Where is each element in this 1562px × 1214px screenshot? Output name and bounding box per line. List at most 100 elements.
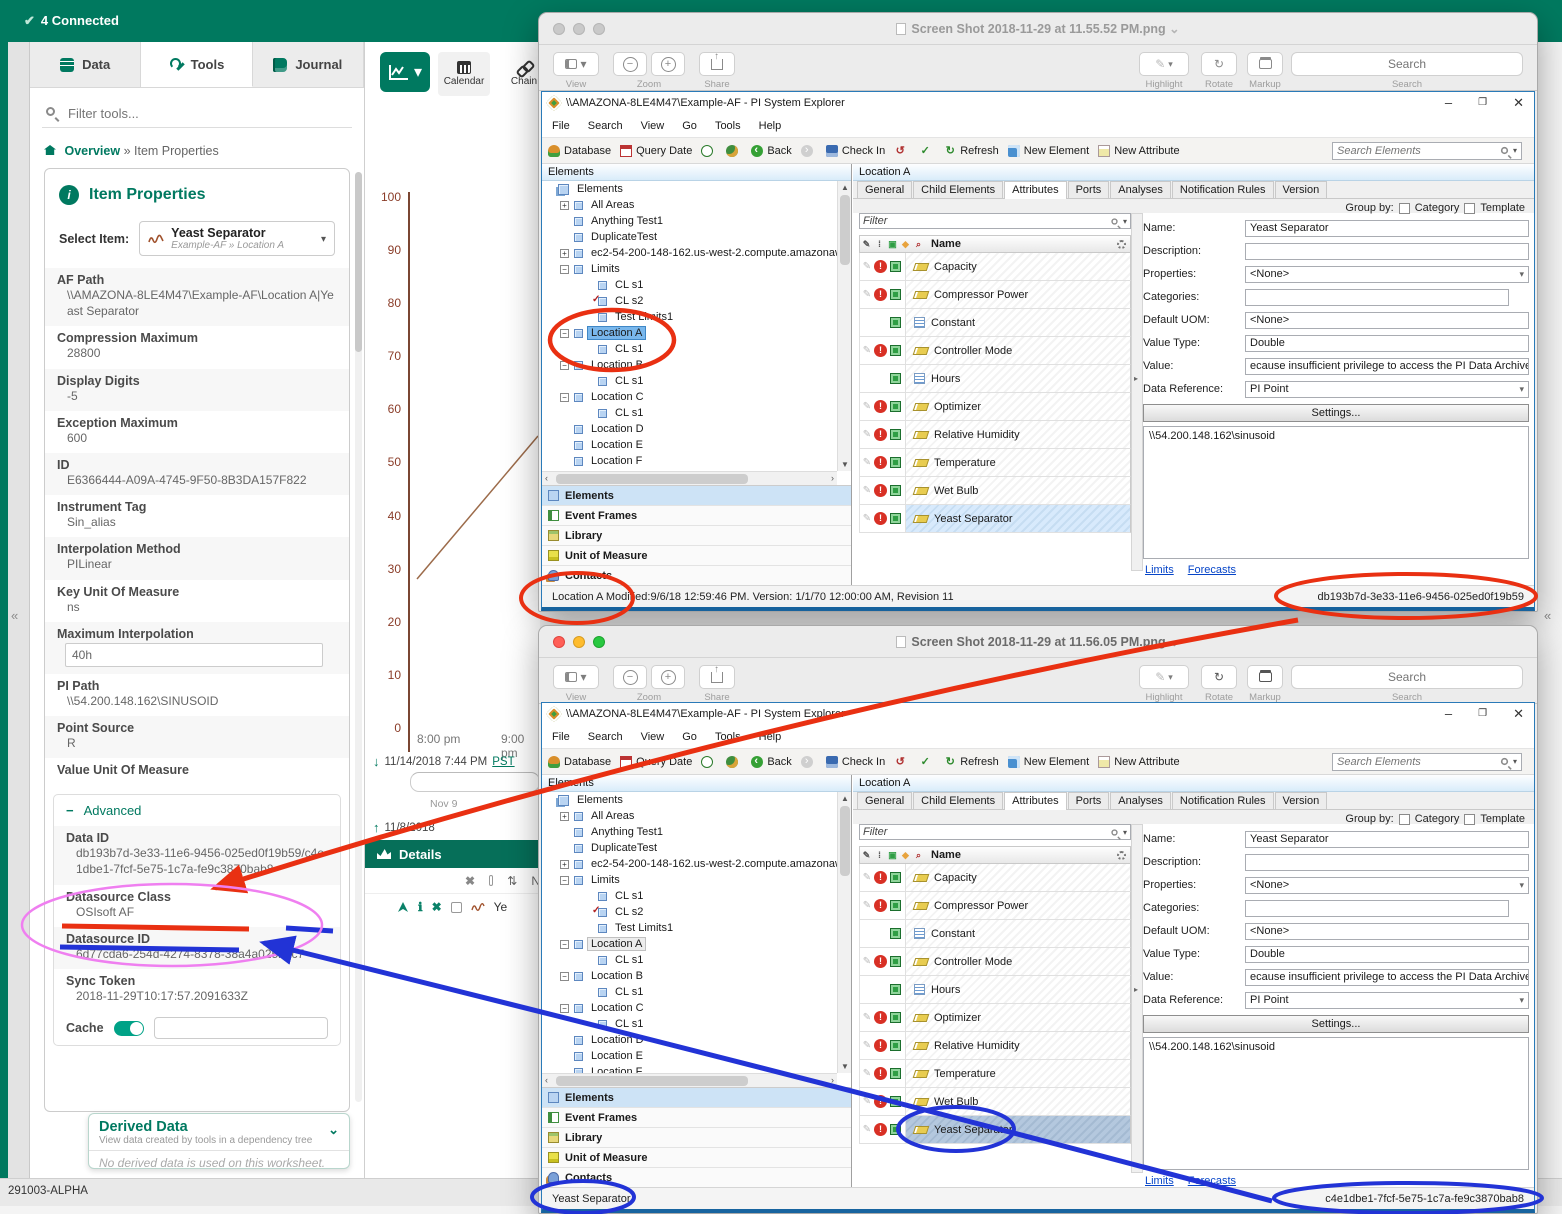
- maximize-button[interactable]: ❐: [1478, 95, 1487, 111]
- connection-status[interactable]: ✔4 Connected: [24, 13, 119, 29]
- attribute-row[interactable]: ✎ ! Controller Mode: [859, 337, 1131, 365]
- tree-node[interactable]: CL s1: [542, 373, 837, 389]
- tree-node[interactable]: − Location C: [542, 1000, 837, 1016]
- expander-icon[interactable]: −: [560, 972, 569, 981]
- tree-node[interactable]: − Location A: [542, 936, 837, 952]
- minimize-button[interactable]: –: [1445, 706, 1452, 722]
- attribute-row[interactable]: ✎ ! Relative Humidity: [859, 421, 1131, 449]
- remove-all-icon[interactable]: ✖: [465, 874, 475, 888]
- share-button[interactable]: [699, 665, 735, 689]
- tab[interactable]: Child Elements: [913, 792, 1003, 809]
- category-checkbox[interactable]: [1399, 814, 1410, 825]
- menu-item[interactable]: Search: [588, 731, 623, 743]
- tree-node[interactable]: Location F: [542, 453, 837, 469]
- tree-node[interactable]: DuplicateTest: [542, 229, 837, 245]
- maximize-button[interactable]: ❐: [1478, 706, 1487, 722]
- attribute-filter[interactable]: Filter▾: [859, 824, 1131, 840]
- menu-item[interactable]: Tools: [715, 731, 741, 743]
- tree-horizontal-scrollbar[interactable]: ‹›: [542, 1073, 837, 1087]
- item-select-dropdown[interactable]: Yeast Separator Example-AF » Location A …: [139, 221, 335, 256]
- pse-toolbar-item[interactable]: [894, 756, 910, 768]
- pse-title-bar[interactable]: \\AMAZONA-8LE4M47\Example-AF - PI System…: [542, 703, 1534, 725]
- zoom-out-button[interactable]: −: [613, 665, 647, 689]
- attribute-row[interactable]: ✎ ! Yeast Separator: [859, 1116, 1131, 1144]
- nav-item[interactable]: Event Frames: [542, 506, 851, 526]
- minimize-button[interactable]: –: [1445, 95, 1452, 111]
- expander-icon[interactable]: −: [560, 1004, 569, 1013]
- attribute-row[interactable]: ✎ ! Yeast Separator: [859, 505, 1131, 533]
- menu-item[interactable]: File: [552, 731, 570, 743]
- clear-cache-button[interactable]: [154, 1017, 328, 1039]
- tree-horizontal-scrollbar[interactable]: ‹›: [542, 471, 837, 485]
- search-elements-field[interactable]: ▾: [1332, 753, 1522, 771]
- sort-icon[interactable]: ⇅: [507, 874, 517, 888]
- markup-button[interactable]: [1247, 665, 1283, 689]
- home-icon[interactable]: [44, 145, 56, 155]
- tree-node[interactable]: DuplicateTest: [542, 840, 837, 856]
- expander-icon[interactable]: −: [560, 361, 569, 370]
- nav-item[interactable]: Elements: [542, 1088, 851, 1108]
- cache-toggle[interactable]: [114, 1021, 144, 1036]
- settings-value[interactable]: \\54.200.148.162\sinusoid: [1143, 1037, 1529, 1170]
- pse-toolbar-item[interactable]: New Attribute: [1098, 756, 1179, 768]
- pse-toolbar-item[interactable]: [801, 145, 817, 157]
- pse-toolbar-item[interactable]: New Element: [1008, 145, 1089, 157]
- view-button[interactable]: ▾: [553, 52, 599, 76]
- tree-node[interactable]: CL s1: [542, 405, 837, 421]
- advanced-header[interactable]: −Advanced: [54, 795, 340, 826]
- tab[interactable]: Child Elements: [913, 181, 1003, 198]
- tree-node[interactable]: − Location B: [542, 357, 837, 373]
- tree-node[interactable]: − Limits: [542, 872, 837, 888]
- remove-icon[interactable]: ✖: [432, 900, 442, 914]
- pse-toolbar-item[interactable]: [919, 756, 935, 768]
- expander-icon[interactable]: −: [560, 940, 569, 949]
- menu-item[interactable]: File: [552, 120, 570, 132]
- tree-node[interactable]: Location D: [542, 421, 837, 437]
- filter-tools-input[interactable]: [42, 100, 352, 128]
- tree-node[interactable]: ✓ CL s2: [542, 293, 837, 309]
- attribute-filter[interactable]: Filter▾: [859, 213, 1131, 229]
- menu-item[interactable]: Go: [682, 120, 697, 132]
- tab[interactable]: Attributes: [1004, 792, 1066, 810]
- info-icon[interactable]: ℹ: [418, 900, 423, 914]
- menu-item[interactable]: Help: [759, 731, 782, 743]
- nav-item[interactable]: Library: [542, 526, 851, 546]
- category-checkbox[interactable]: [1399, 203, 1410, 214]
- tree-node[interactable]: Elements: [542, 181, 837, 197]
- tree-node[interactable]: + ec2-54-200-148-162.us-west-2.compute.a…: [542, 245, 837, 261]
- attribute-row[interactable]: ✎ ! Optimizer: [859, 1004, 1131, 1032]
- tab[interactable]: General: [857, 181, 912, 198]
- attribute-row[interactable]: ✎ ! Capacity: [859, 864, 1131, 892]
- pse-toolbar-item[interactable]: [726, 145, 742, 157]
- attribute-row[interactable]: ✎ ! Compressor Power: [859, 892, 1131, 920]
- pse-toolbar-item[interactable]: Check In: [826, 145, 885, 157]
- expander-icon[interactable]: +: [560, 860, 569, 869]
- attribute-row[interactable]: ✎ ! Relative Humidity: [859, 1032, 1131, 1060]
- range-start-label[interactable]: ↑11/8/2018: [373, 820, 435, 835]
- time-range-slider[interactable]: [410, 772, 540, 792]
- row-checkbox[interactable]: [451, 902, 462, 913]
- tree-node[interactable]: Elements: [542, 792, 837, 808]
- highlight-button[interactable]: ✎ ▾: [1139, 665, 1189, 689]
- field-input[interactable]: <None>: [1245, 266, 1529, 283]
- gear-icon[interactable]: [1117, 240, 1126, 249]
- menu-item[interactable]: View: [641, 120, 665, 132]
- field-input[interactable]: ecause insufficient privilege to access …: [1245, 969, 1529, 986]
- pse-toolbar-item[interactable]: Refresh: [944, 145, 999, 157]
- rotate-button[interactable]: ↻: [1201, 52, 1237, 76]
- field-input[interactable]: PI Point: [1245, 992, 1529, 1009]
- zoom-in-button[interactable]: +: [651, 52, 685, 76]
- collapse-right-icon[interactable]: «: [1544, 608, 1551, 623]
- panel-splitter[interactable]: [1131, 824, 1143, 1173]
- rotate-button[interactable]: ↻: [1201, 665, 1237, 689]
- tree-node[interactable]: Location D: [542, 1032, 837, 1048]
- range-end-label[interactable]: ↓11/14/2018 7:44 PMPST: [373, 754, 515, 769]
- attribute-row[interactable]: ✎ ! Wet Bulb: [859, 477, 1131, 505]
- tree-node[interactable]: CL s1: [542, 341, 837, 357]
- attribute-row[interactable]: ✎ ! Compressor Power: [859, 281, 1131, 309]
- zoom-in-button[interactable]: +: [651, 665, 685, 689]
- pse-toolbar-item[interactable]: [801, 756, 817, 768]
- attribute-row[interactable]: ✎ ! Hours: [859, 976, 1131, 1004]
- tab[interactable]: Ports: [1068, 792, 1110, 809]
- tree-node[interactable]: − Location C: [542, 389, 837, 405]
